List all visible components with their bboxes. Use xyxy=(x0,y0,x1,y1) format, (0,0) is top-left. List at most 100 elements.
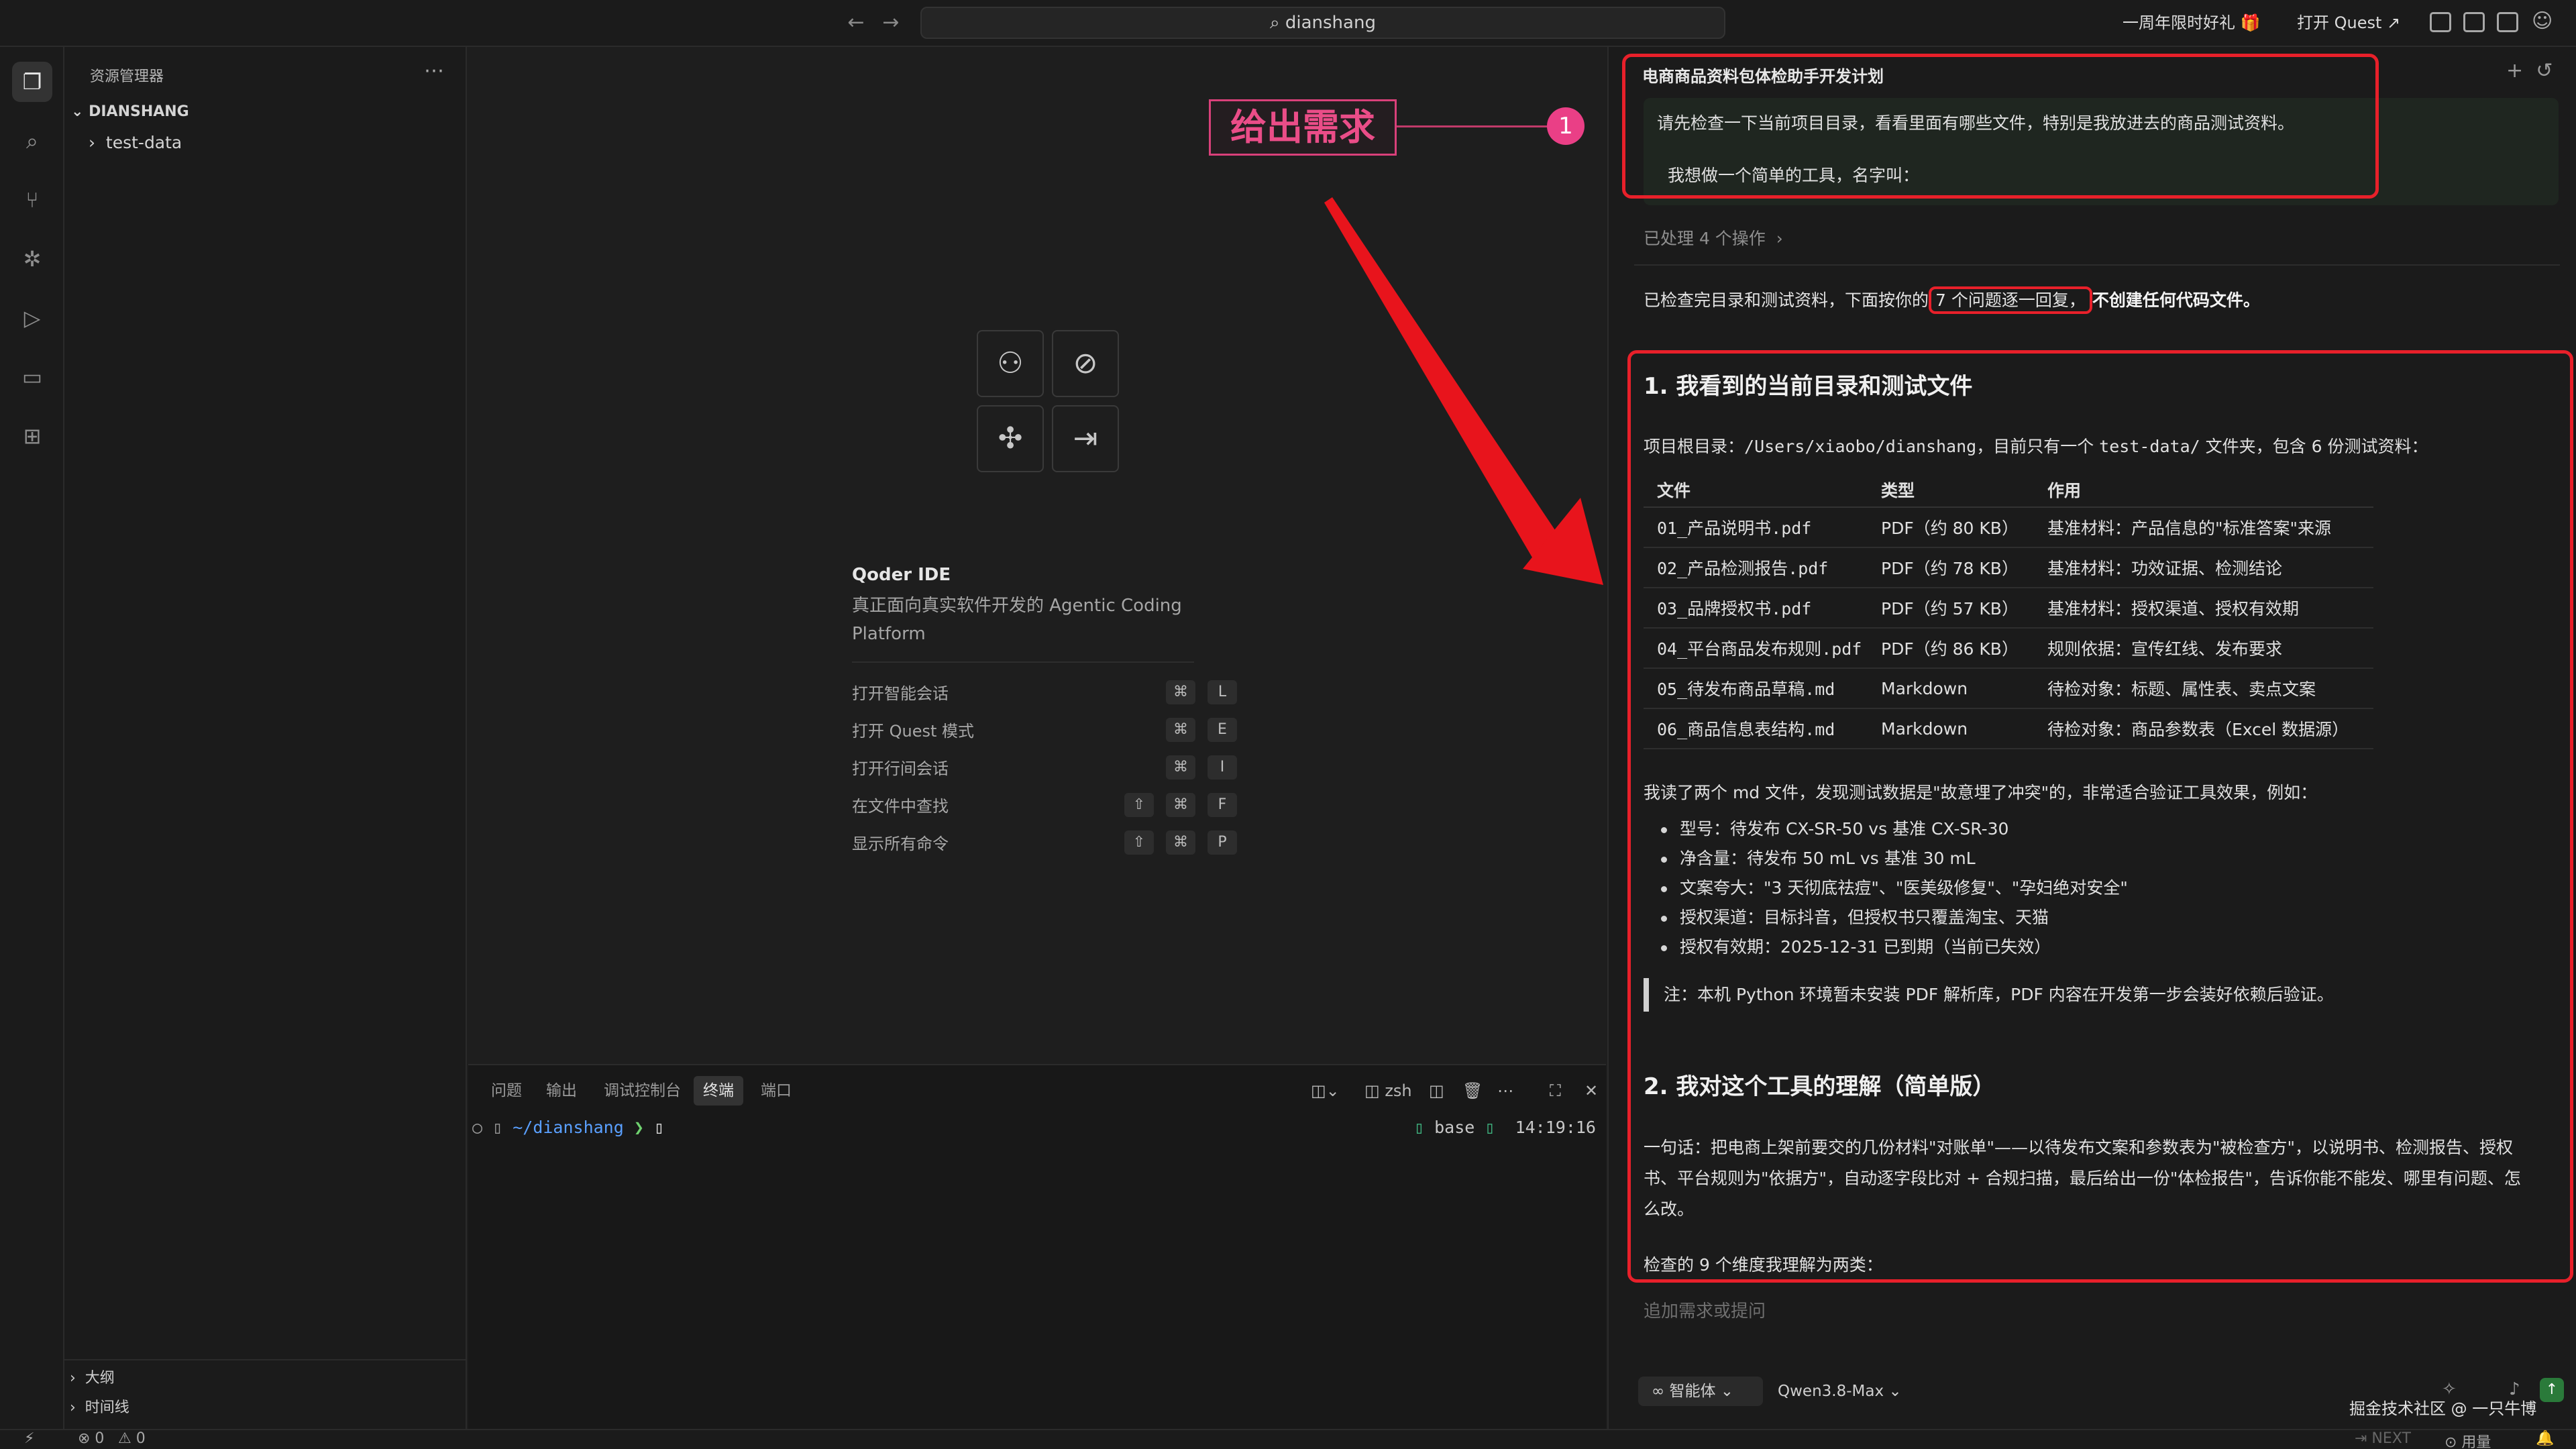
status-bar: ⚡ ⊗ 0 ⚠ 0 ⇥ NEXT ⊙ 用量 🔔 xyxy=(0,1429,2576,1449)
compass-icon[interactable]: ⊘ xyxy=(1052,330,1119,397)
plus-icon[interactable]: + xyxy=(2506,59,2523,83)
timeline-section[interactable]: › 时间线 xyxy=(70,1395,129,1417)
list-item: 型号：待发布 CX-SR-50 vs 基准 CX-SR-30 xyxy=(1661,814,2128,844)
close-icon[interactable]: ✕ xyxy=(1585,1076,1598,1106)
shortcut-inline-chat[interactable]: 打开行间会话 ⌘ I xyxy=(852,755,1241,782)
chat-header-icons: + ↺ xyxy=(2506,59,2553,83)
account-icon[interactable]: ☺ xyxy=(2532,9,2553,33)
bell-icon[interactable]: 🔔 xyxy=(2536,1430,2554,1447)
forward-arrow-icon[interactable]: → xyxy=(877,9,904,36)
kbd-key: I xyxy=(1208,755,1237,780)
arrow-tab-icon[interactable]: ⇥ xyxy=(1052,405,1119,472)
kbd-key: ⇧ xyxy=(1124,793,1154,817)
run-debug-icon[interactable]: ▷ xyxy=(12,298,52,338)
remote-icon[interactable]: ▭ xyxy=(12,357,52,397)
shortcut-open-quest[interactable]: 打开 Quest 模式 ⌘ E xyxy=(852,718,1241,745)
remote-status-icon[interactable]: ⚡ xyxy=(24,1430,34,1447)
welcome-actions: ⚇ ⊘ ✣ ⇥ xyxy=(966,325,1134,492)
terminal-prompt[interactable]: ○ ▯ ~/dianshang ❯ ▯ xyxy=(472,1118,664,1137)
shortcut-show-commands[interactable]: 显示所有命令 ⇧ ⌘ P xyxy=(852,830,1241,857)
kbd-key: ⌘ xyxy=(1166,755,1195,780)
toggle-chat-icon[interactable] xyxy=(2497,12,2518,32)
explorer-sidebar: 资源管理器 ⋯ ⌄ DIANSHANG › test-data › 大纲 › 时… xyxy=(64,47,467,1429)
files-table: 文件 类型 作用 01_产品说明书.pdf PDF（约 80 KB） 基准材料：产品… xyxy=(1644,472,2373,749)
table-row: 04_平台商品发布规则.pdf PDF（约 86 KB） 规则依据：宣传红线、发布要… xyxy=(1644,628,2373,669)
kbd-key: P xyxy=(1208,830,1237,855)
search-icon: ⌕ xyxy=(1270,13,1285,33)
send-button[interactable]: ↑ xyxy=(2540,1378,2564,1402)
history-icon[interactable]: ↺ xyxy=(2536,59,2553,83)
usage-button[interactable]: ⊙ 用量 xyxy=(2445,1430,2491,1449)
prompt-path: ~/dianshang xyxy=(513,1118,624,1137)
extensions-icon[interactable]: ✲ xyxy=(12,239,52,279)
errors-count[interactable]: ⊗ 0 xyxy=(78,1430,104,1447)
more-icon[interactable]: ⋯ xyxy=(424,59,444,83)
welcome-title: Qoder IDE xyxy=(852,565,951,585)
search-icon[interactable]: ⌕ xyxy=(12,121,52,161)
search-text: dianshang xyxy=(1285,13,1376,33)
open-quest-button[interactable]: 打开 Quest ↗ xyxy=(2288,8,2410,38)
conda-env: base xyxy=(1434,1118,1475,1137)
kbd-key: E xyxy=(1208,718,1237,742)
highlight-box: 7 个问题逐一回复， xyxy=(1929,286,2092,314)
next-indicator[interactable]: ⇥ NEXT xyxy=(2355,1430,2411,1447)
assistant-intro: 已检查完目录和测试资料，下面按你的 7 个问题逐一回复， 不创建任何代码文件。 xyxy=(1644,286,2260,314)
back-arrow-icon[interactable]: ← xyxy=(843,9,869,36)
promo-button[interactable]: 一周年限时好礼 🎁 xyxy=(2113,8,2270,38)
source-control-icon[interactable]: ⑂ xyxy=(12,180,52,220)
terminal-layout-icon[interactable]: ◫⌄ xyxy=(1311,1076,1340,1106)
trash-icon[interactable]: 🗑 xyxy=(1462,1076,1483,1106)
split-terminal-icon[interactable]: ◫ xyxy=(1429,1076,1444,1106)
model-select[interactable]: Qwen3.8-Max ⌄ xyxy=(1778,1377,1902,1406)
kbd-key: ⇧ xyxy=(1124,830,1154,855)
kbd-key: ⌘ xyxy=(1166,793,1195,817)
tree-item-test-data[interactable]: › test-data xyxy=(89,133,182,152)
table-row: 03_品牌授权书.pdf PDF（约 57 KB） 基准材料：授权渠道、授权有效期 xyxy=(1644,588,2373,629)
shortcut-open-chat[interactable]: 打开智能会话 ⌘ L xyxy=(852,680,1241,707)
maximize-icon[interactable]: ⛶ xyxy=(1550,1076,1561,1106)
plugins-icon[interactable]: ⊞ xyxy=(12,416,52,456)
table-row: 01_产品说明书.pdf PDF（约 80 KB） 基准材料：产品信息的"标准答案"… xyxy=(1644,507,2373,548)
watermark-text: 掘金技术社区 @ 一只牛博 xyxy=(2349,1399,2537,1418)
chat-input[interactable]: 追加需求或提问 xyxy=(1644,1297,1766,1322)
toggle-sidebar-icon[interactable] xyxy=(2430,12,2451,32)
kbd-key: L xyxy=(1208,680,1237,704)
annotation-leader-line xyxy=(1397,125,1550,127)
team-icon[interactable]: ⚇ xyxy=(977,330,1044,397)
outline-section[interactable]: › 大纲 xyxy=(70,1366,115,1387)
annotation-label: 给出需求 xyxy=(1209,99,1397,156)
workspace-root[interactable]: ⌄ DIANSHANG xyxy=(71,103,189,120)
conflict-list: 型号：待发布 CX-SR-50 vs 基准 CX-SR-30 净含量：待发布 5… xyxy=(1661,814,2128,962)
terminal-shell[interactable]: ◫ zsh xyxy=(1364,1076,1412,1106)
list-item: 文案夸大："3 天彻底祛痘"、"医美级修复"、"孕妇绝对安全" xyxy=(1661,873,2128,903)
agent-mode-select[interactable]: ∞ 智能体 ⌄ xyxy=(1638,1377,1763,1406)
dimensions-line: 检查的 9 个维度我理解为两类： xyxy=(1644,1255,1883,1275)
tab-ports[interactable]: 端口 xyxy=(751,1076,801,1106)
welcome-divider xyxy=(852,661,1194,663)
explorer-title: 资源管理器 xyxy=(90,68,164,85)
section-1-heading: 1. 我看到的当前目录和测试文件 xyxy=(1644,373,1973,400)
kbd-key: ⌘ xyxy=(1166,830,1195,855)
kbd-key: ⌘ xyxy=(1166,718,1195,742)
list-item: 授权有效期：2025-12-31 已到期（当前已失效） xyxy=(1661,932,2128,962)
nodes-icon[interactable]: ✣ xyxy=(977,405,1044,472)
explorer-icon[interactable]: ❐ xyxy=(12,62,52,102)
table-row: 05_待发布商品草稿.md Markdown 待检对象：标题、属性表、卖点文案 xyxy=(1644,668,2373,709)
tab-output[interactable]: 输出 xyxy=(537,1076,586,1106)
processed-actions[interactable]: 已处理 4 个操作 › xyxy=(1644,225,1783,250)
tab-problems[interactable]: 问题 xyxy=(482,1076,531,1106)
kbd-key: ⌘ xyxy=(1166,680,1195,704)
table-row: 02_产品检测报告.pdf PDF（约 78 KB） 基准材料：功效证据、检测结论 xyxy=(1644,547,2373,588)
command-search[interactable]: ⌕ dianshang xyxy=(920,7,1725,39)
tab-debug-console[interactable]: 调试控制台 xyxy=(594,1076,690,1106)
prompt-symbol: ❯ xyxy=(633,1118,644,1137)
tab-terminal[interactable]: 终端 xyxy=(694,1076,743,1106)
table-header: 文件 类型 作用 xyxy=(1644,472,2373,508)
shortcut-find-in-files[interactable]: 在文件中查找 ⇧ ⌘ F xyxy=(852,793,1241,820)
welcome-subtitle: 真正面向真实软件开发的 Agentic Coding Platform xyxy=(852,596,1182,644)
toggle-panel-icon[interactable] xyxy=(2463,12,2485,32)
kbd-key: F xyxy=(1208,793,1237,817)
warnings-count[interactable]: ⚠ 0 xyxy=(118,1430,146,1447)
section-2-heading: 2. 我对这个工具的理解（简单版） xyxy=(1644,1073,1996,1100)
more-icon[interactable]: ⋯ xyxy=(1497,1076,1513,1106)
